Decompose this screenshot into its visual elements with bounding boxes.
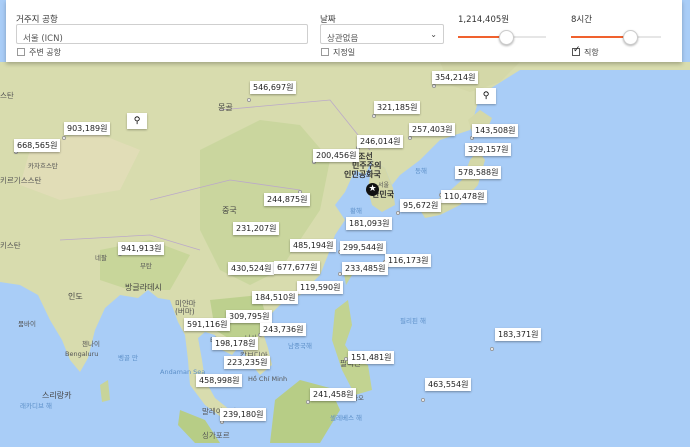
price-marker[interactable]: 329,157원 <box>465 143 512 156</box>
price-marker[interactable]: 668,565원 <box>14 139 61 152</box>
price-marker[interactable]: 941,913원 <box>118 242 165 255</box>
map-label-celebes: 셀레베스 해 <box>330 414 362 422</box>
map-label-bengaluru: Bengaluru <box>65 350 99 358</box>
map-label-east-sea: 동해 <box>415 167 427 175</box>
price-marker[interactable]: 233,485원 <box>342 262 389 275</box>
price-marker[interactable]: 578,588원 <box>455 166 502 179</box>
price-marker[interactable]: 181,093원 <box>346 217 393 230</box>
home-star-icon[interactable]: ★ <box>366 183 379 196</box>
search-icon[interactable]: ⚲ <box>476 88 496 104</box>
price-marker[interactable]: 244,875원 <box>264 193 311 206</box>
direct-flight-checkbox[interactable] <box>572 45 581 56</box>
price-filter-value: 1,214,405원 <box>458 15 510 25</box>
filter-panel: 거주지 공항 서울 (ICN) 주변 공항 날짜 상관없음 ⌄ 지정일 1,21… <box>6 0 682 62</box>
map-label-kyrgyz: 키르기스스탄 <box>0 176 42 185</box>
origin-value: 서울 (ICN) <box>23 34 63 44</box>
price-marker[interactable]: 546,697원 <box>250 81 297 94</box>
fixed-date-checkbox[interactable] <box>321 48 329 56</box>
price-marker[interactable]: 239,180원 <box>220 408 267 421</box>
nearby-airport-label: 주변 공항 <box>29 48 61 57</box>
search-icon[interactable]: ⚲ <box>127 113 147 129</box>
price-marker[interactable]: 299,544원 <box>340 241 387 254</box>
price-marker[interactable]: 184,510원 <box>252 291 299 304</box>
price-marker[interactable]: 903,189원 <box>64 122 111 135</box>
map-label-mongolia: 몽골 <box>218 103 233 112</box>
map-label-china: 중국 <box>222 206 237 215</box>
price-marker[interactable]: 677,677원 <box>274 261 321 274</box>
price-marker[interactable]: 354,214원 <box>432 71 479 84</box>
time-filter-value: 8시간 <box>571 15 593 25</box>
map-background <box>0 62 690 443</box>
map-label-philippine-sea: 필리핀 해 <box>400 317 426 325</box>
date-select[interactable]: 상관없음 ⌄ <box>320 24 444 44</box>
map-label-laccadive: 래카디브 해 <box>20 402 52 410</box>
chevron-down-icon: ⌄ <box>430 30 437 39</box>
map-label-chennai: 첸나이 <box>82 340 100 348</box>
map-label-pakistan: 키스탄 <box>0 241 21 250</box>
price-marker[interactable]: 309,795원 <box>226 310 273 323</box>
nearby-airport-checkbox[interactable] <box>17 48 25 56</box>
price-marker[interactable]: 241,458원 <box>310 388 357 401</box>
price-marker[interactable]: 223,235원 <box>224 356 271 369</box>
destination-dot[interactable] <box>247 98 251 102</box>
destination-dot[interactable] <box>421 398 425 402</box>
map-label-india: 인도 <box>68 292 83 301</box>
duration-slider[interactable] <box>571 30 661 45</box>
map-label-myanmar2: (버마) <box>175 307 195 316</box>
destination-dot[interactable] <box>372 114 376 118</box>
map-label-bangladesh: 방글라데시 <box>125 283 162 292</box>
price-marker[interactable]: 257,403원 <box>409 123 456 136</box>
price-marker[interactable]: 151,481원 <box>348 351 395 364</box>
map-label-bhutan: 부탄 <box>140 262 152 270</box>
price-marker[interactable]: 463,554원 <box>425 378 472 391</box>
map-label-south-china-sea: 남중국해 <box>288 342 312 350</box>
price-marker[interactable]: 231,207원 <box>233 222 280 235</box>
destination-dot[interactable] <box>408 136 412 140</box>
price-marker[interactable]: 116,173원 <box>385 254 432 267</box>
price-slider[interactable] <box>458 30 546 45</box>
map-canvas[interactable]: 몽골 중국 조선 민주주의 인민공화국 한민국 서울 키르기스스탄 카자흐스탄 … <box>0 0 690 443</box>
price-marker[interactable]: 200,456원 <box>313 149 360 162</box>
map-label-nepal: 네팔 <box>95 254 107 262</box>
price-marker[interactable]: 183,371원 <box>495 328 542 341</box>
price-marker[interactable]: 485,194원 <box>290 239 337 252</box>
date-value: 상관없음 <box>327 34 359 44</box>
price-marker[interactable]: 143,508원 <box>472 124 519 137</box>
price-marker[interactable]: 110,478원 <box>441 190 488 203</box>
direct-flight-label: 직항 <box>584 48 599 57</box>
map-label-hochiminh: Hồ Chí Minh <box>248 375 288 383</box>
price-marker[interactable]: 591,116원 <box>184 318 231 331</box>
destination-dot[interactable] <box>490 347 494 351</box>
destination-dot[interactable] <box>62 136 66 140</box>
price-slider-thumb[interactable] <box>499 30 514 45</box>
price-marker[interactable]: 243,736원 <box>260 323 307 336</box>
price-marker[interactable]: 458,998원 <box>196 374 243 387</box>
map-label-bay-bengal: 벵골 만 <box>118 354 139 362</box>
map-label-nk3: 인민공화국 <box>344 170 381 179</box>
duration-slider-fill <box>571 36 630 38</box>
map-label-west-sea: 황해 <box>350 207 362 215</box>
price-marker[interactable]: 119,590원 <box>297 281 344 294</box>
price-marker[interactable]: 430,524원 <box>228 262 275 275</box>
price-marker[interactable]: 246,014원 <box>357 135 404 148</box>
map-label-mumbai: 뭄바이 <box>18 320 36 328</box>
duration-slider-thumb[interactable] <box>623 30 638 45</box>
map-label-uzb: 스탄 <box>0 91 14 100</box>
map-label-singapore: 싱가포르 <box>202 431 230 440</box>
price-marker[interactable]: 95,672원 <box>400 199 442 212</box>
map-label-kazakh: 카자흐스탄 <box>28 162 58 170</box>
fixed-date-label: 지정일 <box>333 48 356 57</box>
destination-dot[interactable] <box>432 84 436 88</box>
price-marker[interactable]: 198,178원 <box>212 337 259 350</box>
origin-input[interactable]: 서울 (ICN) <box>16 24 308 44</box>
map-label-seoul: 서울 <box>378 182 390 189</box>
price-marker[interactable]: 321,185원 <box>374 101 421 114</box>
